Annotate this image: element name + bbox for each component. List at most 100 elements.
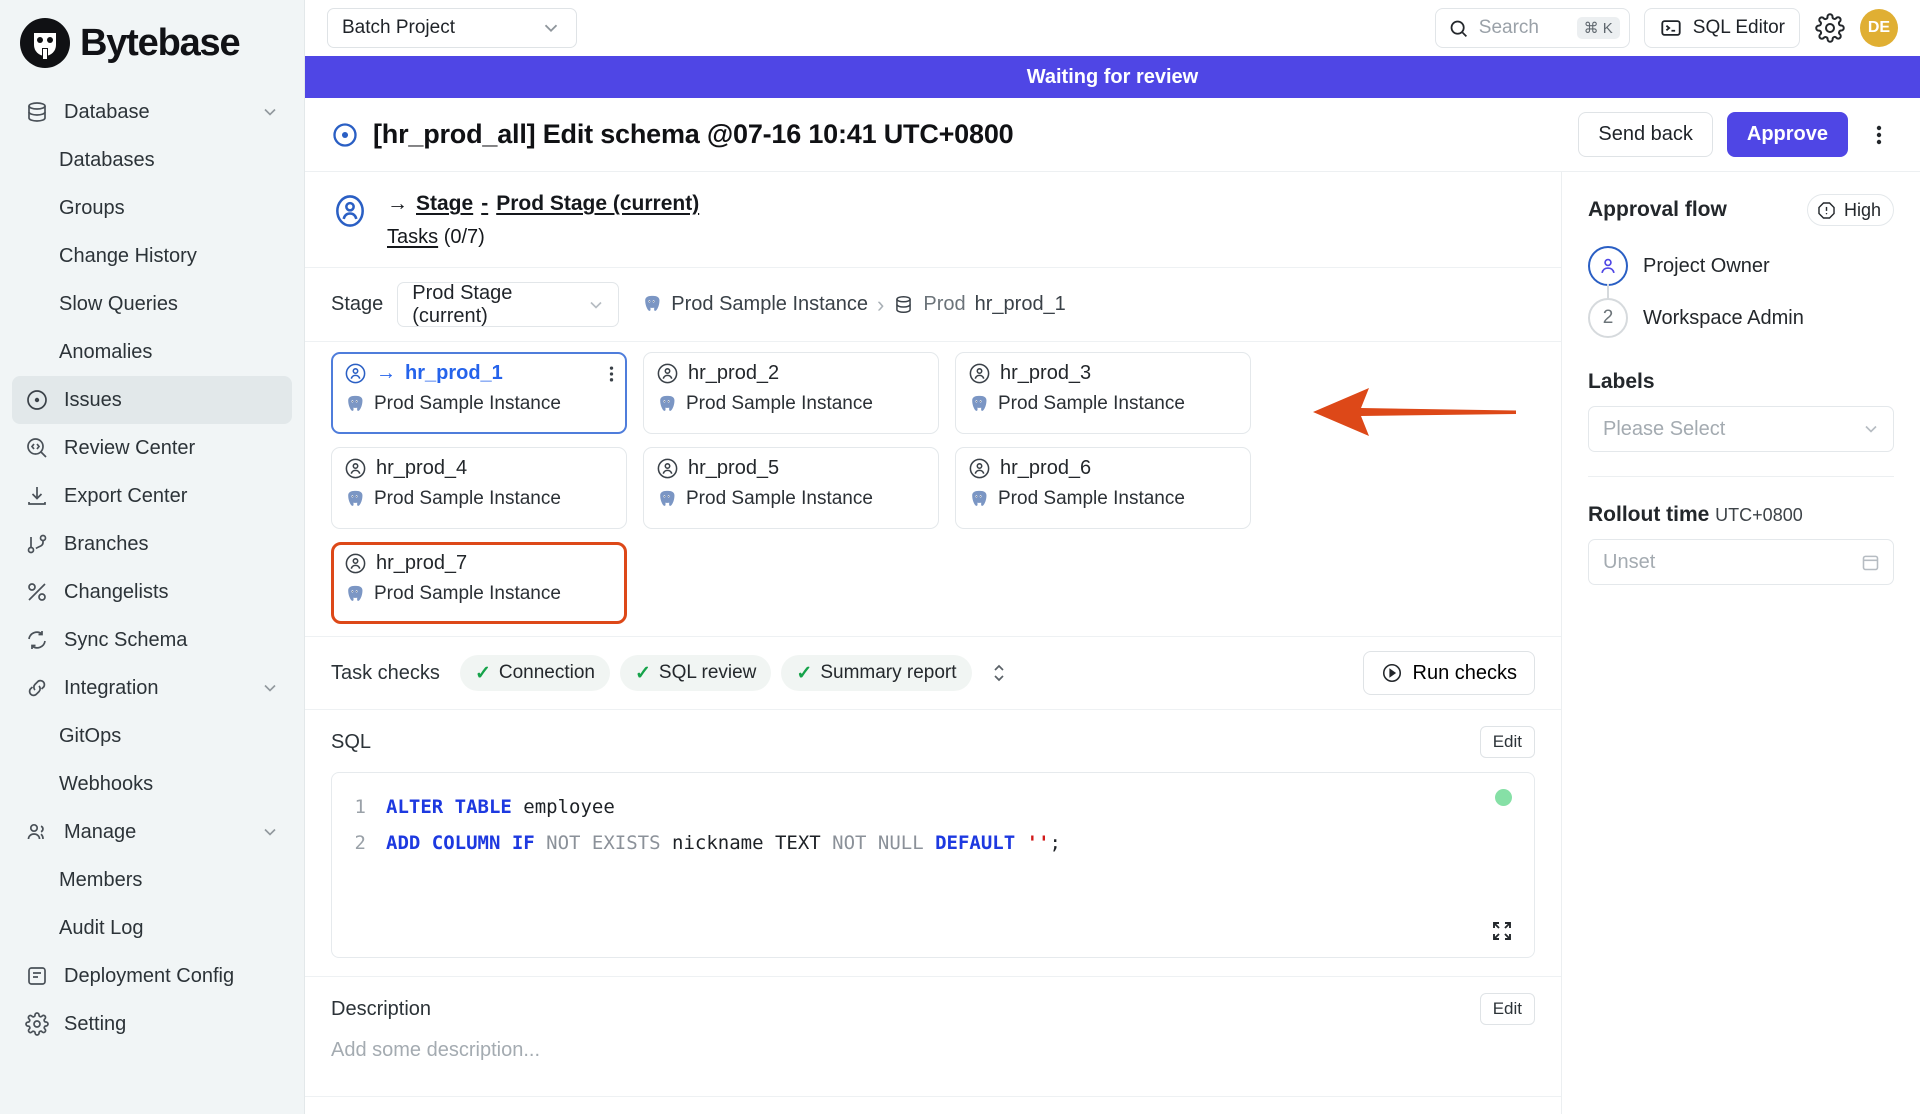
sidebar-item-label: Database <box>64 100 150 123</box>
task-person-icon <box>968 457 991 480</box>
task-name: hr_prod_5 <box>688 457 780 479</box>
sidebar-item-label: Webhooks <box>59 772 154 795</box>
terminal-icon <box>1659 17 1683 39</box>
sidebar-item-webhooks[interactable]: Webhooks <box>12 760 292 808</box>
breadcrumb-instance[interactable]: Prod Sample Instance <box>671 293 868 316</box>
sidebar-item-groups[interactable]: Groups <box>12 184 292 232</box>
sidebar-item-label: Export Center <box>64 484 188 507</box>
sidebar-item-setting[interactable]: Setting <box>12 1000 292 1048</box>
breadcrumb-separator: › <box>877 291 885 317</box>
sidebar-item-deployment-config[interactable]: Deployment Config <box>12 952 292 1000</box>
breadcrumb: Prod Sample Instance › Prod hr_prod_1 <box>641 292 1066 318</box>
sql-code-viewer[interactable]: 1 ALTER TABLE employee 2 ADD COLUMN IF N… <box>331 772 1535 958</box>
sidebar-item-export-center[interactable]: Export Center <box>12 472 292 520</box>
description-section-header: Description Edit <box>331 993 1535 1025</box>
project-selector[interactable]: Batch Project <box>327 8 577 48</box>
sql-token: NOT EXISTS <box>546 832 672 854</box>
brand[interactable]: Bytebase <box>12 0 292 82</box>
description-placeholder[interactable]: Add some description... <box>331 1039 1535 1062</box>
issue-side-panel: Approval flow High Project Owner 2 Works… <box>1562 172 1920 1114</box>
sidebar-item-members[interactable]: Members <box>12 856 292 904</box>
check-chip-label: Connection <box>498 662 595 683</box>
issue-status-icon <box>331 121 359 149</box>
sidebar-item-change-history[interactable]: Change History <box>12 232 292 280</box>
sidebar-item-label: Issues <box>64 388 122 411</box>
sidebar-item-anomalies[interactable]: Anomalies <box>12 328 292 376</box>
task-checks-row: Task checks ✓ Connection ✓ SQL review ✓ … <box>305 637 1561 710</box>
postgres-icon <box>968 489 989 510</box>
task-name: hr_prod_3 <box>1000 362 1092 384</box>
task-instance-name: Prod Sample Instance <box>374 488 561 509</box>
sidebar-item-branches[interactable]: Branches <box>12 520 292 568</box>
stage-link[interactable]: Stage <box>416 192 473 216</box>
sidebar-item-issues[interactable]: Issues <box>12 376 292 424</box>
task-card[interactable]: hr_prod_3 Prod Sample Instance <box>955 352 1251 434</box>
sql-token: DEFAULT <box>935 832 1027 854</box>
check-pass-icon: ✓ <box>634 662 651 684</box>
task-checks-label: Task checks <box>331 661 440 684</box>
postgres-icon <box>344 584 365 605</box>
play-circle-icon <box>1381 662 1403 684</box>
rollout-time-placeholder: Unset <box>1603 550 1656 573</box>
task-card[interactable]: hr_prod_2 Prod Sample Instance <box>643 352 939 434</box>
rollout-time-input[interactable]: Unset <box>1588 539 1894 585</box>
sql-edit-button[interactable]: Edit <box>1479 726 1535 758</box>
task-card[interactable]: hr_prod_4 Prod Sample Instance <box>331 447 627 529</box>
sidebar-item-slow-queries[interactable]: Slow Queries <box>12 280 292 328</box>
tasks-count: (0/7) <box>443 226 485 248</box>
expand-collapse-icon[interactable] <box>982 656 1016 690</box>
sql-token: ADD COLUMN IF <box>386 832 547 854</box>
expand-fullscreen-icon[interactable] <box>1490 919 1514 943</box>
tasks-link[interactable]: Tasks <box>387 226 438 248</box>
task-card[interactable]: → hr_prod_1 Prod Sample Instance <box>331 352 627 434</box>
sidebar: Bytebase Database Databases Groups Chang… <box>0 0 305 1114</box>
task-card[interactable]: hr_prod_5 Prod Sample Instance <box>643 447 939 529</box>
labels-select[interactable]: Please Select <box>1588 406 1894 452</box>
task-card-header: hr_prod_3 <box>968 362 1238 385</box>
approval-step-label: Project Owner <box>1643 254 1770 277</box>
issue-more-button[interactable] <box>1862 115 1896 155</box>
page-title: [hr_prod_all] Edit schema @07-16 10:41 U… <box>373 119 1014 149</box>
approve-button[interactable]: Approve <box>1726 112 1848 157</box>
sidebar-item-label: Audit Log <box>59 916 144 939</box>
sidebar-item-integration[interactable]: Integration <box>12 664 292 712</box>
sidebar-item-sync-schema[interactable]: Sync Schema <box>12 616 292 664</box>
check-chip-sql-review[interactable]: ✓ SQL review <box>619 655 772 691</box>
stage-name-link[interactable]: Prod Stage (current) <box>496 192 699 216</box>
task-person-icon <box>344 552 367 575</box>
search-input[interactable]: Search ⌘ K <box>1434 8 1630 48</box>
annotation-arrow-icon <box>1311 377 1516 447</box>
rollout-time-timezone: UTC+0800 <box>1715 505 1803 525</box>
sidebar-item-changelists[interactable]: Changelists <box>12 568 292 616</box>
send-back-button[interactable]: Send back <box>1578 112 1713 157</box>
sidebar-item-gitops[interactable]: GitOps <box>12 712 292 760</box>
line-number: 2 <box>354 832 366 854</box>
line-number: 1 <box>354 796 366 818</box>
task-more-button[interactable] <box>609 364 614 384</box>
postgres-icon <box>656 489 677 510</box>
settings-gear-button[interactable] <box>1814 12 1846 44</box>
sidebar-item-audit-log[interactable]: Audit Log <box>12 904 292 952</box>
description-edit-button[interactable]: Edit <box>1479 993 1535 1025</box>
sidebar-item-database[interactable]: Database <box>12 88 292 136</box>
sql-editor-label: SQL Editor <box>1692 17 1785 38</box>
priority-label: High <box>1843 199 1881 220</box>
sidebar-item-databases[interactable]: Databases <box>12 136 292 184</box>
sql-section: SQL Edit 1 ALTER TABLE employee 2 ADD CO… <box>305 710 1561 977</box>
main-area: Batch Project Search ⌘ K SQL Editor DE W… <box>305 0 1920 1114</box>
task-card[interactable]: hr_prod_6 Prod Sample Instance <box>955 447 1251 529</box>
avatar[interactable]: DE <box>1860 9 1898 47</box>
run-checks-button[interactable]: Run checks <box>1362 651 1535 695</box>
task-name: hr_prod_6 <box>1000 457 1092 479</box>
postgres-icon <box>344 489 365 510</box>
task-card[interactable]: hr_prod_7 Prod Sample Instance <box>331 542 627 624</box>
stage-dropdown[interactable]: Prod Stage (current) <box>397 282 620 327</box>
sidebar-item-review-center[interactable]: Review Center <box>12 424 292 472</box>
check-chip-connection[interactable]: ✓ Connection <box>459 655 610 691</box>
sidebar-item-manage[interactable]: Manage <box>12 808 292 856</box>
breadcrumb-db[interactable]: hr_prod_1 <box>975 293 1066 316</box>
check-chip-summary-report[interactable]: ✓ Summary report <box>781 655 972 691</box>
setting-icon <box>24 1011 50 1037</box>
sql-editor-button[interactable]: SQL Editor <box>1643 8 1800 48</box>
labels-title: Labels <box>1588 370 1655 393</box>
